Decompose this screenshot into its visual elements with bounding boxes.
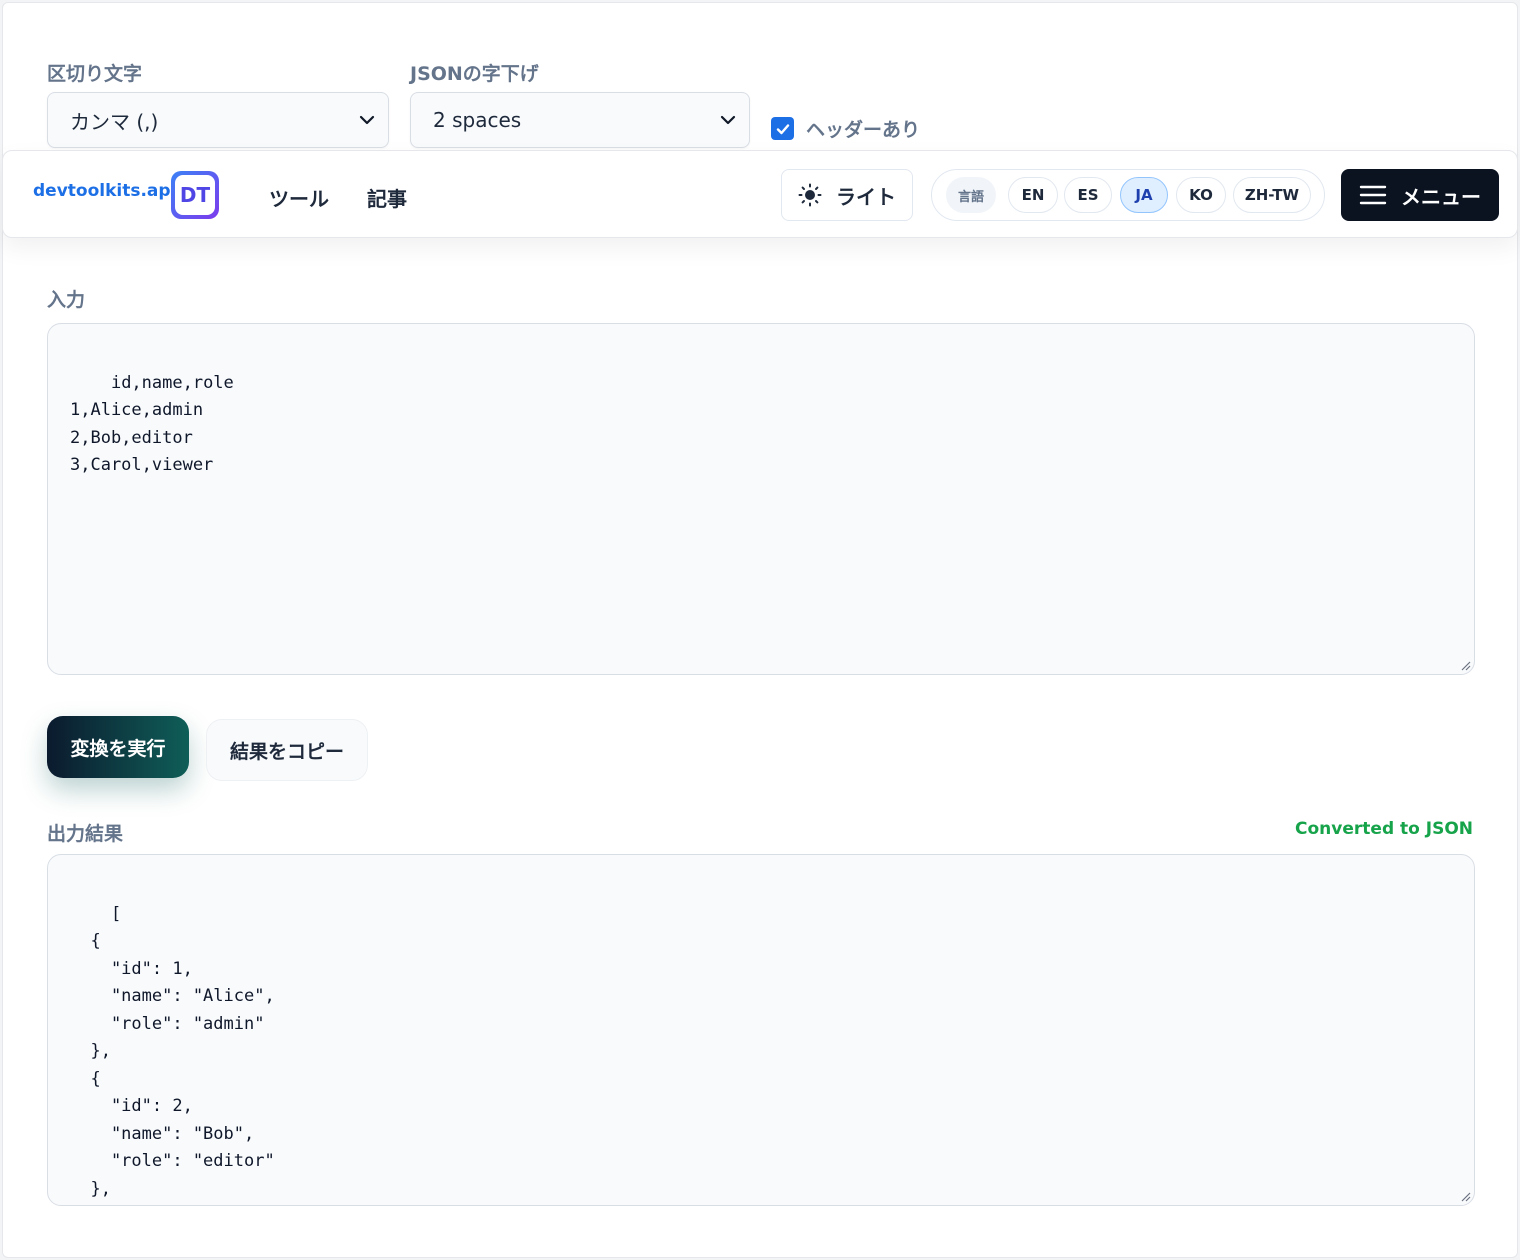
theme-label: ライト bbox=[836, 184, 896, 209]
language-switcher: 言語 EN ES JA KO ZH-TW bbox=[931, 169, 1325, 221]
lang-zh-tw[interactable]: ZH-TW bbox=[1233, 177, 1311, 213]
output-label: 出力結果 bbox=[47, 823, 124, 845]
hamburger-icon bbox=[1359, 185, 1387, 205]
brand-name[interactable]: devtoolkits.app bbox=[33, 181, 183, 201]
sun-icon bbox=[798, 183, 822, 207]
resize-handle-icon[interactable] bbox=[1459, 1190, 1471, 1202]
convert-button-label: 変換を実行 bbox=[70, 737, 166, 760]
menu-button[interactable]: メニュー bbox=[1341, 169, 1499, 221]
copy-result-button-label: 結果をコピー bbox=[229, 740, 344, 763]
copy-result-button[interactable]: 結果をコピー bbox=[206, 719, 368, 781]
menu-label: メニュー bbox=[1401, 184, 1481, 209]
header-checkbox-row[interactable]: ヘッダーあり bbox=[771, 115, 920, 142]
nav-articles[interactable]: 記事 bbox=[367, 183, 407, 212]
header-checkbox-label: ヘッダーあり bbox=[806, 119, 921, 141]
input-label: 入力 bbox=[47, 289, 86, 311]
language-label: 言語 bbox=[946, 177, 996, 213]
indent-select[interactable]: 2 spaces bbox=[410, 92, 750, 148]
lang-ja[interactable]: JA bbox=[1120, 177, 1168, 213]
logo-text: DT bbox=[175, 175, 215, 215]
input-textarea[interactable]: id,name,role 1,Alice,admin 2,Bob,editor … bbox=[47, 323, 1475, 675]
output-text: [ { "id": 1, "name": "Alice", "role": "a… bbox=[90, 903, 275, 1199]
convert-button[interactable]: 変換を実行 bbox=[47, 716, 189, 778]
delimiter-select[interactable]: カンマ (,) bbox=[47, 92, 389, 148]
input-text: id,name,role 1,Alice,admin 2,Bob,editor … bbox=[70, 372, 234, 476]
site-header: devtoolkits.app DT ツール 記事 ライト 言語 EN ES J… bbox=[2, 150, 1518, 238]
delimiter-value: カンマ (,) bbox=[70, 109, 159, 134]
chevron-down-icon bbox=[359, 115, 375, 125]
check-icon bbox=[776, 123, 789, 134]
theme-toggle-button[interactable]: ライト bbox=[781, 169, 913, 221]
header-checkbox[interactable] bbox=[771, 117, 794, 140]
logo[interactable]: DT bbox=[171, 171, 219, 219]
lang-en[interactable]: EN bbox=[1008, 177, 1058, 213]
chevron-down-icon bbox=[720, 115, 736, 125]
status-text: Converted to JSON bbox=[1295, 819, 1473, 839]
nav-tools[interactable]: ツール bbox=[269, 183, 329, 212]
lang-ko[interactable]: KO bbox=[1176, 177, 1226, 213]
indent-value: 2 spaces bbox=[433, 108, 522, 132]
resize-handle-icon[interactable] bbox=[1459, 659, 1471, 671]
delimiter-label: 区切り文字 bbox=[47, 63, 143, 85]
output-textarea[interactable]: [ { "id": 1, "name": "Alice", "role": "a… bbox=[47, 854, 1475, 1206]
lang-es[interactable]: ES bbox=[1064, 177, 1112, 213]
indent-label: JSONの字下げ bbox=[410, 63, 539, 85]
